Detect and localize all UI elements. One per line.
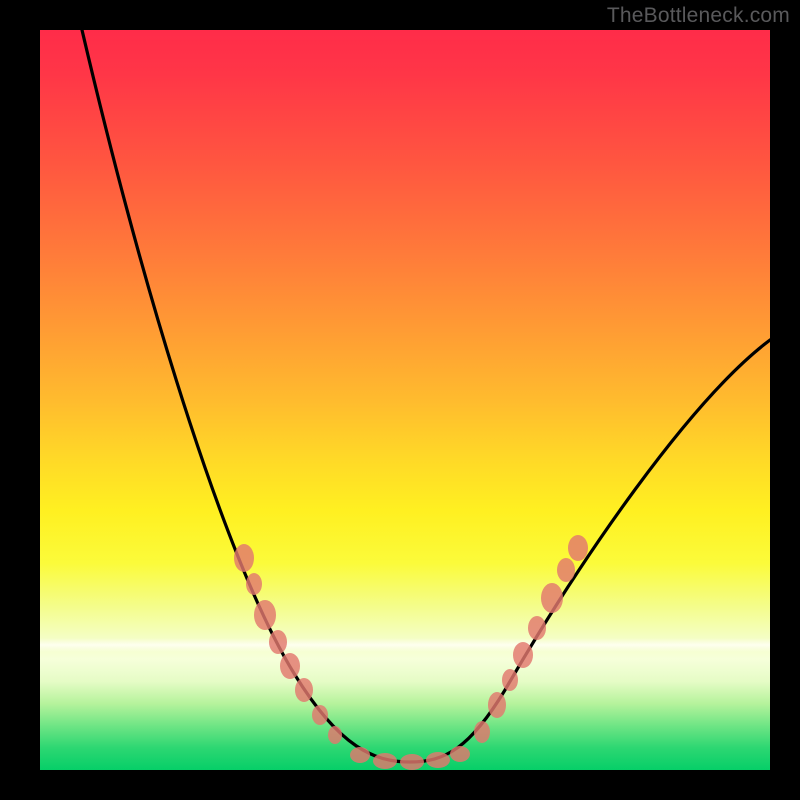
bottleneck-plot (40, 30, 770, 770)
watermark-label: TheBottleneck.com (607, 4, 790, 28)
bottleneck-curve-layer (40, 30, 770, 770)
bottleneck-curve (82, 30, 770, 762)
data-beads (234, 535, 588, 770)
